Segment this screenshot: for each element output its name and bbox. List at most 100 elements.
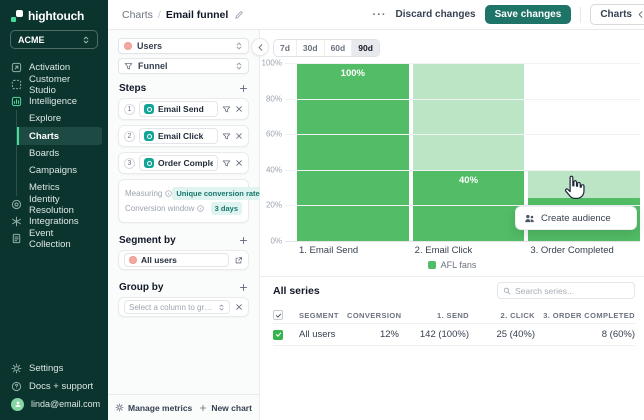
sidebar-nav: Activation Customer Studio Intelligence … bbox=[0, 59, 108, 247]
range-30d[interactable]: 30d bbox=[296, 40, 324, 56]
sidebar-item-identity-resolution[interactable]: Identity Resolution bbox=[0, 196, 108, 213]
cell-click: 25 (40%) bbox=[477, 329, 535, 340]
cell-order-completed: 8 (60%) bbox=[543, 329, 635, 340]
search-series-input[interactable] bbox=[515, 286, 629, 296]
external-link-icon[interactable] bbox=[234, 256, 243, 265]
col-conversion: CONVERSION bbox=[347, 311, 399, 320]
remove-step-icon[interactable] bbox=[235, 159, 243, 167]
sidebar-item-event-collection[interactable]: Event Collection bbox=[0, 230, 108, 247]
manage-metrics-button[interactable]: Manage metrics bbox=[115, 403, 192, 413]
sidebar-item-campaigns[interactable]: Campaigns bbox=[17, 162, 102, 179]
page-title: Email funnel bbox=[166, 9, 228, 21]
table-row[interactable]: All users 12% 142 (100%) 25 (40%) 8 (60%… bbox=[273, 324, 635, 346]
group-by-select[interactable]: Select a column to group by... bbox=[124, 300, 230, 314]
chevron-updown-icon bbox=[82, 35, 90, 45]
sidebar-item-intelligence[interactable]: Intelligence bbox=[0, 93, 108, 110]
time-range-toggle: 7d 30d 60d 90d bbox=[273, 39, 380, 57]
add-group-button[interactable] bbox=[239, 283, 248, 292]
series-search[interactable] bbox=[497, 282, 635, 299]
remove-step-icon[interactable] bbox=[235, 132, 243, 140]
y-tick-label: 100% bbox=[262, 59, 282, 68]
step-number: 1 bbox=[124, 104, 135, 115]
step-event-select[interactable]: Email Click bbox=[139, 128, 218, 144]
create-audience-popover[interactable]: Create audience bbox=[515, 206, 637, 230]
more-options-button[interactable]: ··· bbox=[373, 9, 387, 21]
sidebar-item-settings[interactable]: Settings bbox=[0, 359, 108, 377]
avatar bbox=[11, 398, 24, 411]
help-icon bbox=[11, 381, 22, 392]
hightouch-logo-icon bbox=[11, 10, 23, 22]
breadcrumb-charts[interactable]: Charts bbox=[122, 9, 153, 21]
x-axis-label: 1. Email Send bbox=[299, 245, 358, 256]
sidebar-item-label: Integrations bbox=[29, 216, 79, 227]
segment-by-title: Segment by bbox=[119, 235, 176, 246]
range-90d[interactable]: 90d bbox=[351, 40, 379, 56]
sidebar-footer: Settings Docs + support linda@email.com bbox=[0, 359, 108, 420]
new-chart-button[interactable]: New chart bbox=[199, 403, 252, 413]
funnel-bar[interactable]: 40%2. Email Click bbox=[413, 63, 525, 241]
event-icon bbox=[144, 131, 154, 141]
chart-legend: AFL fans bbox=[260, 260, 644, 270]
sidebar-item-boards[interactable]: Boards bbox=[17, 145, 102, 162]
sidebar-item-docs-support[interactable]: Docs + support bbox=[0, 377, 108, 395]
add-step-button[interactable] bbox=[239, 84, 248, 93]
discard-changes-button[interactable]: Discard changes bbox=[396, 9, 476, 20]
conversion-window-badge[interactable]: 3 days bbox=[211, 202, 242, 215]
users-dot-icon bbox=[124, 42, 132, 50]
segment-value: All users bbox=[141, 255, 177, 265]
sidebar-item-label: Customer Studio bbox=[29, 74, 97, 96]
step-event-select[interactable]: Email Send bbox=[139, 101, 218, 117]
y-tick-label: 20% bbox=[266, 201, 282, 210]
entity-select[interactable]: Users bbox=[118, 38, 249, 54]
event-icon bbox=[144, 158, 154, 168]
step-event-label: Email Send bbox=[158, 104, 204, 114]
step-row-3: 3 Order Completed bbox=[118, 152, 249, 174]
select-all-checkbox[interactable] bbox=[273, 310, 283, 320]
event-icon bbox=[144, 104, 154, 114]
funnel-bar[interactable]: 100%1. Email Send bbox=[297, 63, 409, 241]
config-footer: Manage metrics New chart bbox=[108, 394, 259, 420]
col-click: 2. CLICK bbox=[477, 311, 535, 320]
filter-icon[interactable] bbox=[222, 105, 231, 114]
gridline bbox=[285, 241, 640, 242]
range-60d[interactable]: 60d bbox=[324, 40, 352, 56]
chart-type-select[interactable]: Funnel bbox=[118, 58, 249, 74]
group-by-card: Select a column to group by... bbox=[118, 297, 249, 317]
range-7d[interactable]: 7d bbox=[274, 40, 296, 56]
sidebar-item-charts[interactable]: Charts bbox=[17, 127, 102, 145]
bar-converted-segment[interactable]: 100% bbox=[297, 63, 409, 241]
sidebar-item-customer-studio[interactable]: Customer Studio bbox=[0, 76, 108, 93]
bar-value-label: 40% bbox=[413, 175, 525, 186]
segment-select[interactable]: All users bbox=[124, 253, 229, 267]
chevron-updown-icon bbox=[235, 41, 243, 51]
collapse-panel-button[interactable] bbox=[251, 38, 269, 56]
segment-card: All users bbox=[118, 250, 249, 270]
step-number: 3 bbox=[124, 158, 135, 169]
filter-icon[interactable] bbox=[222, 159, 231, 168]
logo[interactable]: hightouch bbox=[0, 0, 108, 30]
cell-segment: All users bbox=[299, 329, 339, 340]
save-changes-button[interactable]: Save changes bbox=[485, 5, 572, 24]
row-checkbox[interactable] bbox=[273, 330, 283, 340]
sidebar-item-explore[interactable]: Explore bbox=[17, 110, 102, 127]
step-event-select[interactable]: Order Completed bbox=[139, 155, 218, 171]
section-divider bbox=[260, 276, 644, 277]
chevron-updown-icon bbox=[235, 61, 243, 71]
group-by-title: Group by bbox=[119, 282, 163, 293]
measuring-value-badge[interactable]: Unique conversion rate bbox=[172, 187, 263, 200]
chevron-updown-icon bbox=[218, 303, 225, 312]
add-segment-button[interactable] bbox=[239, 236, 248, 245]
config-panel: Users Funnel Steps 1 Email Send 2 Ema bbox=[108, 30, 260, 420]
charts-panel-button[interactable]: Charts bbox=[590, 4, 644, 25]
gridline bbox=[285, 134, 640, 135]
breadcrumb-separator: / bbox=[158, 9, 161, 21]
filter-icon[interactable] bbox=[222, 132, 231, 141]
remove-group-icon[interactable] bbox=[235, 303, 243, 311]
measuring-label: Measuring bbox=[125, 189, 172, 198]
remove-step-icon[interactable] bbox=[235, 105, 243, 113]
workspace-selector[interactable]: ACME bbox=[10, 30, 98, 49]
chart-type-value: Funnel bbox=[138, 61, 168, 71]
sidebar: hightouch ACME Activation Customer Studi… bbox=[0, 0, 108, 420]
edit-title-icon[interactable] bbox=[234, 10, 244, 20]
sidebar-item-account[interactable]: linda@email.com bbox=[0, 395, 108, 413]
